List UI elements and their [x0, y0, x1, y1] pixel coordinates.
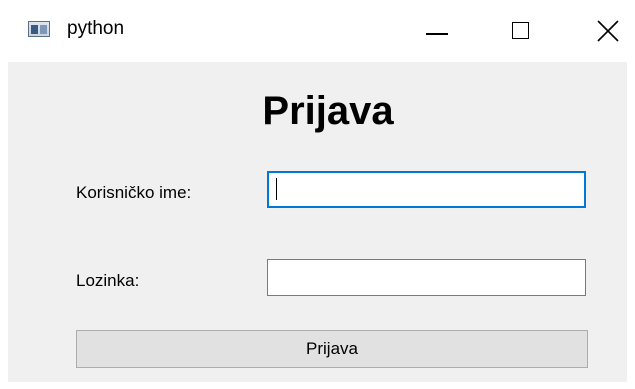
username-label: Korisničko ime: — [76, 183, 192, 202]
window-title: python — [67, 18, 125, 39]
username-input[interactable] — [267, 171, 586, 208]
maximize-button[interactable] — [488, 0, 548, 62]
title-bar[interactable]: python — [0, 0, 635, 62]
password-input[interactable] — [267, 259, 586, 296]
login-window: python Prijava Korisničko ime: Lozinka: … — [0, 0, 635, 389]
minimize-button[interactable] — [406, 0, 466, 62]
close-icon — [597, 20, 619, 42]
python-app-icon — [28, 21, 50, 37]
close-button[interactable] — [575, 0, 635, 62]
page-title: Prijava — [262, 89, 394, 133]
login-button[interactable]: Prijava — [76, 330, 588, 368]
text-caret — [276, 178, 277, 200]
maximize-icon — [512, 22, 529, 39]
minimize-icon — [426, 33, 448, 35]
password-label: Lozinka: — [76, 271, 140, 290]
login-form: Prijava Korisničko ime: Lozinka: Prijava — [8, 62, 627, 382]
